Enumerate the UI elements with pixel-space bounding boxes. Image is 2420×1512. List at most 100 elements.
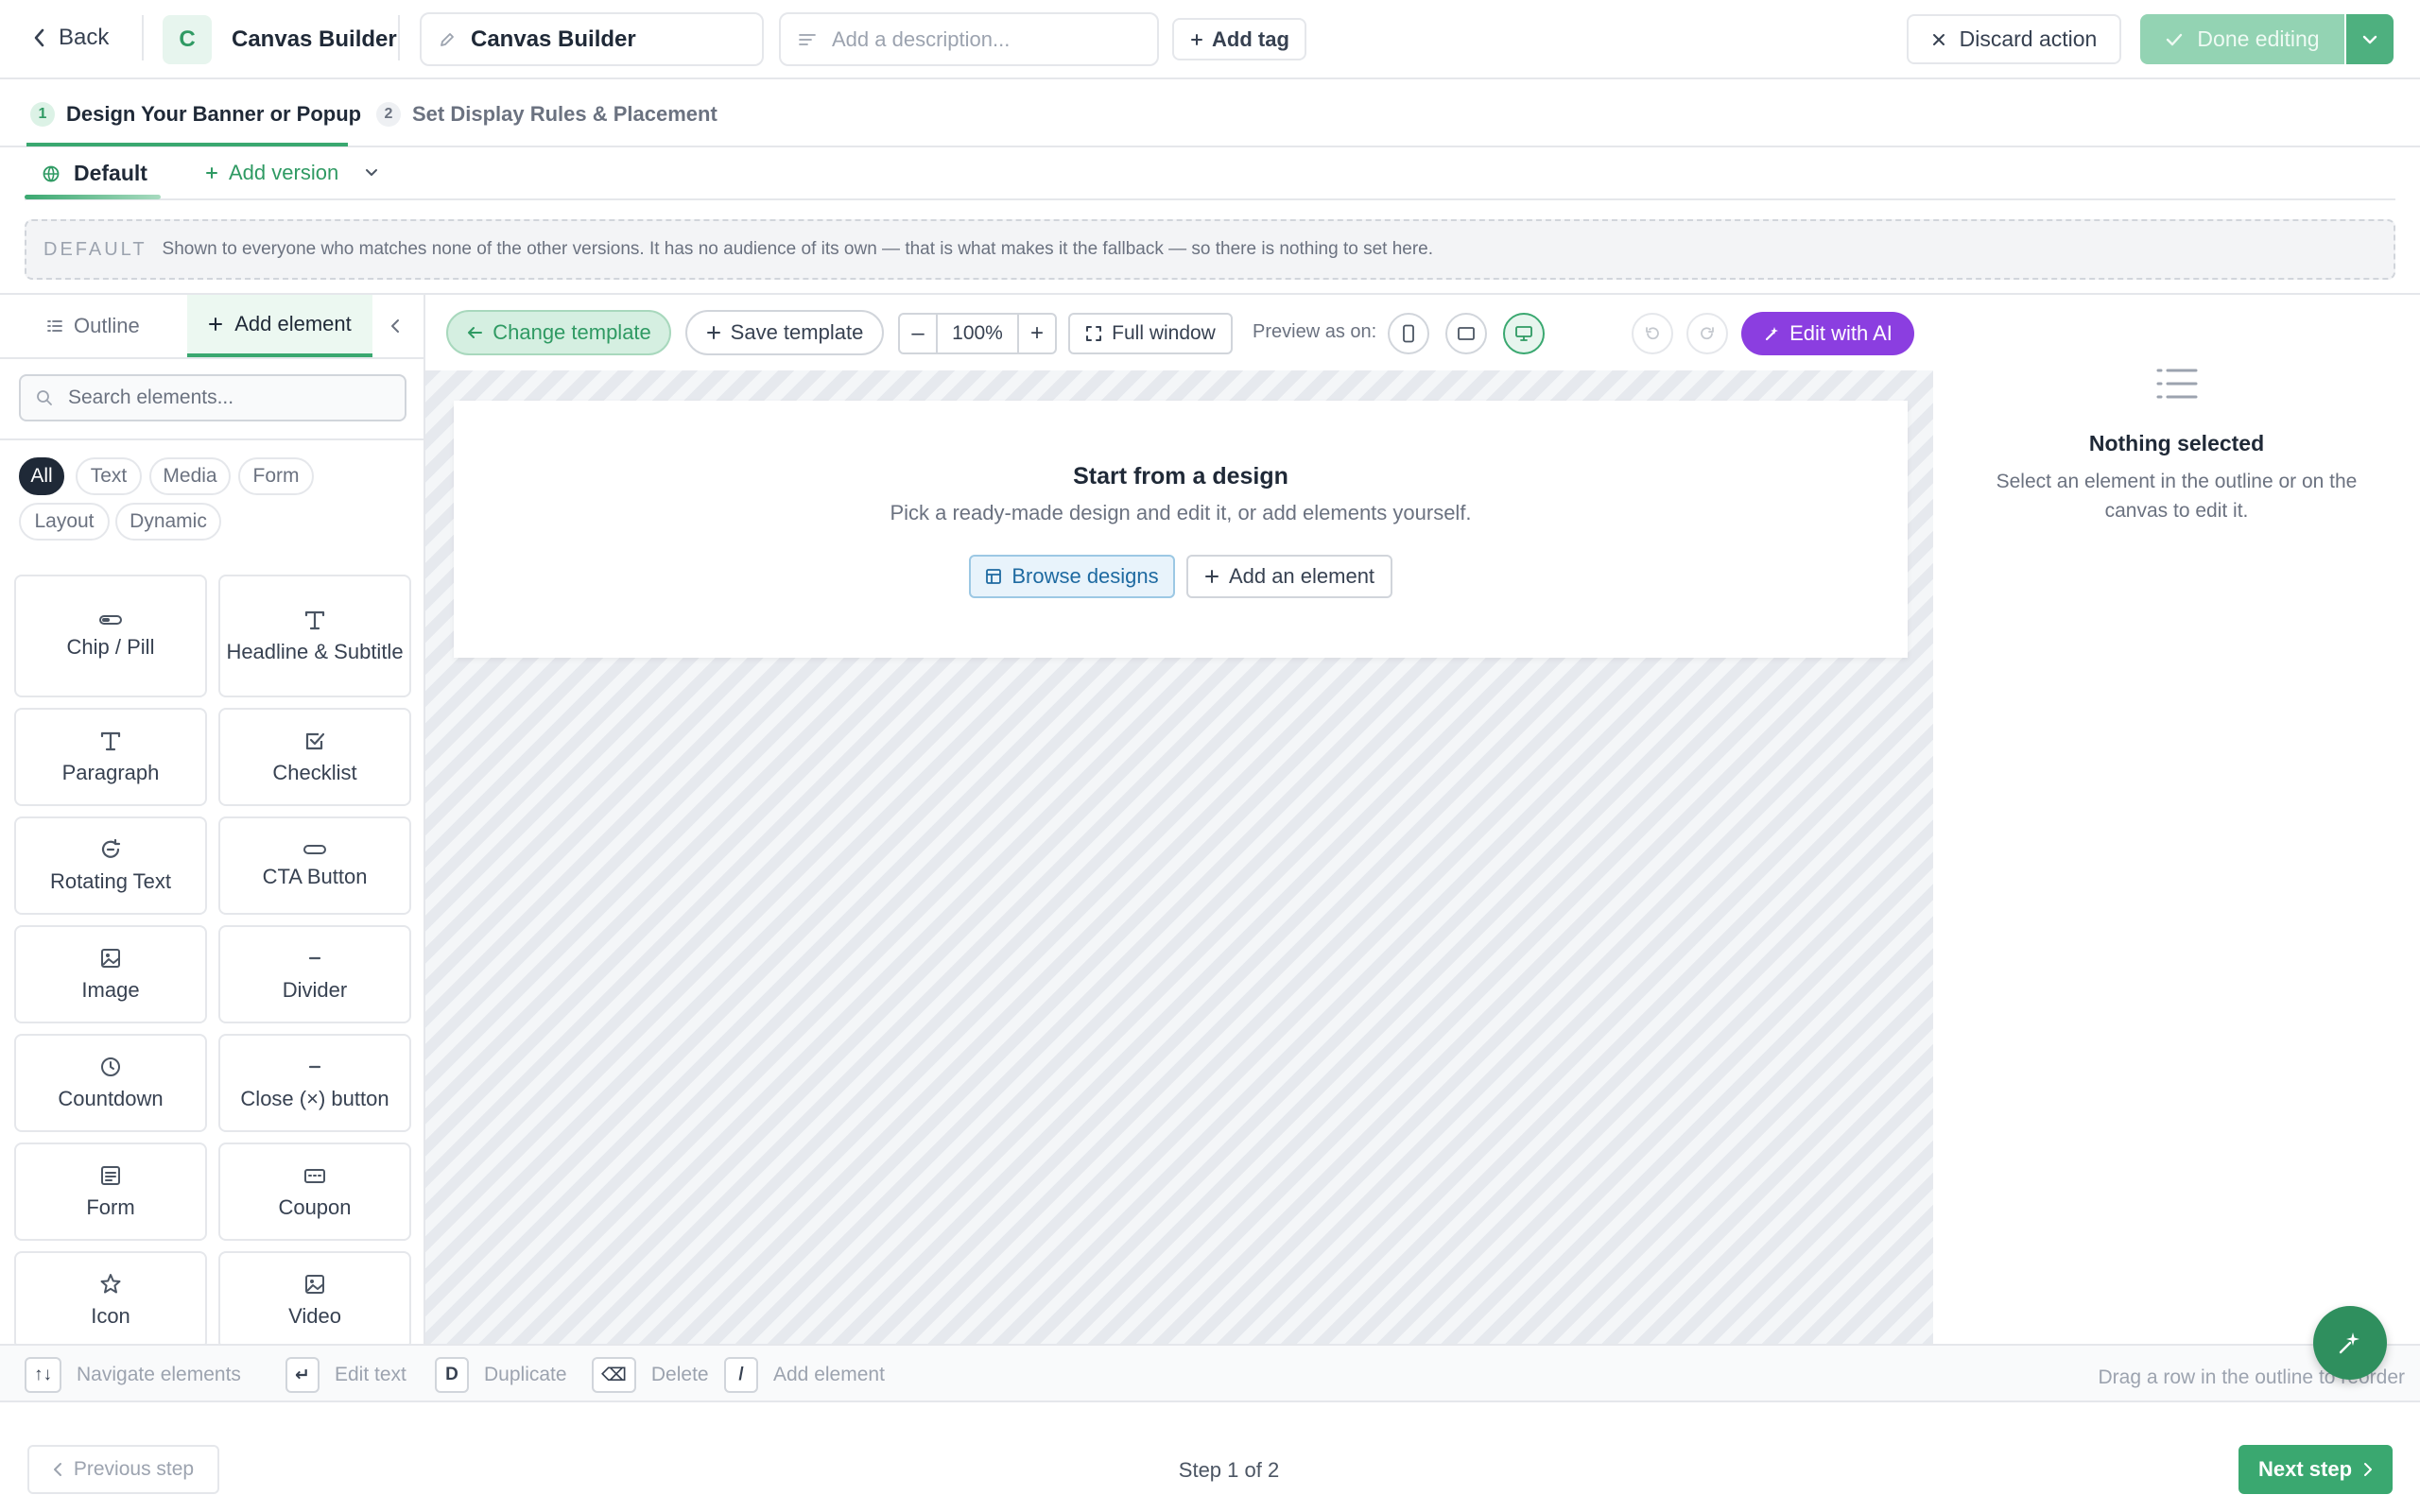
- element-label: Rotating Text: [49, 869, 171, 893]
- add-version-button[interactable]: Add version: [204, 161, 378, 185]
- list-icon: [1933, 365, 2420, 403]
- full-window-button[interactable]: Full window: [1068, 313, 1233, 354]
- shortcut-label: Duplicate: [484, 1364, 567, 1385]
- save-template-button[interactable]: Save template: [685, 310, 884, 355]
- element-search-input[interactable]: Search elements...: [19, 374, 406, 421]
- preview-tablet-button[interactable]: [1445, 313, 1487, 354]
- filter-chip-text[interactable]: Text: [76, 457, 142, 495]
- zoom-out-button[interactable]: –: [900, 315, 936, 352]
- monitor-icon: [1514, 325, 1533, 342]
- element-label: Countdown: [58, 1087, 164, 1110]
- element-card-divider[interactable]: Divider: [218, 925, 411, 1023]
- filter-chip-media[interactable]: Media: [149, 457, 231, 495]
- chevron-down-icon[interactable]: [365, 168, 378, 178]
- shortcut-key: ↑↓: [25, 1357, 61, 1393]
- element-card-video[interactable]: Video: [218, 1251, 411, 1344]
- add-an-element-label: Add an element: [1228, 564, 1375, 588]
- version-label: Default: [74, 161, 147, 185]
- step-label: Design Your Banner or Popup: [66, 102, 362, 126]
- shortcut-label: Delete: [650, 1364, 709, 1385]
- filter-chip-all[interactable]: All: [19, 457, 64, 495]
- search-placeholder: Search elements...: [68, 387, 234, 408]
- note-text: Shown to everyone who matches none of th…: [162, 239, 1434, 259]
- element-card-icon[interactable]: Icon: [14, 1251, 207, 1344]
- minus-icon: [302, 1055, 327, 1079]
- divider: [0, 357, 424, 359]
- clock-icon: [98, 1055, 123, 1079]
- undo-button[interactable]: [1632, 313, 1673, 354]
- plus-icon: [208, 317, 223, 332]
- design-canvas[interactable]: Start from a design Pick a ready-made de…: [425, 370, 1933, 1344]
- filter-chip-form[interactable]: Form: [238, 457, 314, 495]
- undo-icon: [1644, 325, 1661, 342]
- expand-icon: [1085, 325, 1102, 342]
- chevron-right-icon: [2363, 1462, 2373, 1477]
- element-card-chip[interactable]: Chip / Pill: [14, 575, 207, 697]
- redo-button[interactable]: [1686, 313, 1728, 354]
- element-card-coupon[interactable]: Coupon: [218, 1143, 411, 1241]
- empty-state-subtitle: Pick a ready-made design and edit it, or…: [890, 501, 1472, 524]
- step-number: 1: [30, 102, 55, 127]
- element-card-image[interactable]: Image: [14, 925, 207, 1023]
- element-card-close-button[interactable]: Close (×) button: [218, 1034, 411, 1132]
- discard-label: Discard action: [1959, 26, 2098, 51]
- shortcut-key: ↵: [285, 1357, 320, 1393]
- filter-chip-dynamic[interactable]: Dynamic: [115, 503, 221, 541]
- element-card-cta-button[interactable]: CTA Button: [218, 816, 411, 915]
- name-value: Canvas Builder: [471, 26, 636, 52]
- filter-chip-layout[interactable]: Layout: [19, 503, 110, 541]
- next-step-button[interactable]: Next step: [2238, 1445, 2393, 1494]
- step-tab-design[interactable]: 1 Design Your Banner or Popup: [30, 102, 361, 127]
- tab-label: Add element: [234, 312, 352, 335]
- next-step-label: Next step: [2257, 1457, 2353, 1481]
- element-label: Form: [86, 1195, 135, 1219]
- shortcut-duplicate: D Duplicate: [435, 1357, 567, 1393]
- image-icon: [302, 1272, 327, 1297]
- preview-desktop-button[interactable]: [1503, 313, 1545, 354]
- preview-mobile-button[interactable]: [1388, 313, 1429, 354]
- element-label: Image: [81, 978, 140, 1002]
- pill-icon: [97, 612, 124, 627]
- search-icon: [36, 389, 53, 406]
- check-icon: [2165, 32, 2184, 47]
- plus-icon: [1189, 32, 1204, 47]
- assistant-fab-button[interactable]: [2313, 1306, 2387, 1380]
- add-tag-button[interactable]: Add tag: [1172, 18, 1306, 60]
- zoom-control: – 100% +: [898, 313, 1057, 354]
- element-card-paragraph[interactable]: Paragraph: [14, 708, 207, 806]
- save-template-label: Save template: [730, 320, 864, 344]
- description-field[interactable]: Add a description...: [779, 12, 1159, 66]
- tab-outline[interactable]: Outline: [47, 295, 140, 357]
- element-card-form[interactable]: Form: [14, 1143, 207, 1241]
- done-options-button[interactable]: [2346, 14, 2394, 64]
- back-button[interactable]: Back: [32, 25, 109, 51]
- full-window-label: Full window: [1112, 322, 1216, 344]
- empty-selection-title: Nothing selected: [2088, 431, 2265, 455]
- element-card-checklist[interactable]: Checklist: [218, 708, 411, 806]
- minus-icon: [302, 946, 327, 971]
- app-avatar: C: [163, 15, 212, 64]
- close-icon: [1931, 32, 1946, 47]
- element-label: Video: [288, 1304, 341, 1328]
- zoom-in-button[interactable]: +: [1019, 315, 1055, 352]
- default-version-note: DEFAULT Shown to everyone who matches no…: [25, 219, 2395, 280]
- image-icon: [98, 946, 123, 971]
- done-editing-button[interactable]: Done editing: [2140, 14, 2344, 64]
- change-template-button[interactable]: Change template: [446, 310, 671, 355]
- version-tab-default[interactable]: Default: [42, 161, 147, 186]
- element-label: CTA Button: [262, 865, 368, 888]
- element-card-rotating-text[interactable]: Rotating Text: [14, 816, 207, 915]
- discard-button[interactable]: Discard action: [1907, 14, 2121, 64]
- collapse-panel-button[interactable]: [389, 318, 401, 335]
- edit-with-ai-button[interactable]: Edit with AI: [1741, 312, 1914, 355]
- element-card-countdown[interactable]: Countdown: [14, 1034, 207, 1132]
- name-field[interactable]: Canvas Builder: [420, 12, 764, 66]
- element-card-headline[interactable]: Headline & Subtitle: [218, 575, 411, 697]
- browse-designs-button[interactable]: Browse designs: [969, 555, 1175, 598]
- tab-add-element[interactable]: Add element: [187, 295, 372, 357]
- back-label: Back: [59, 25, 110, 50]
- step-tab-display-rules[interactable]: 2 Set Display Rules & Placement: [376, 102, 717, 127]
- add-an-element-button[interactable]: Add an element: [1186, 555, 1392, 598]
- zoom-level: 100%: [936, 315, 1019, 352]
- divider: [0, 438, 424, 440]
